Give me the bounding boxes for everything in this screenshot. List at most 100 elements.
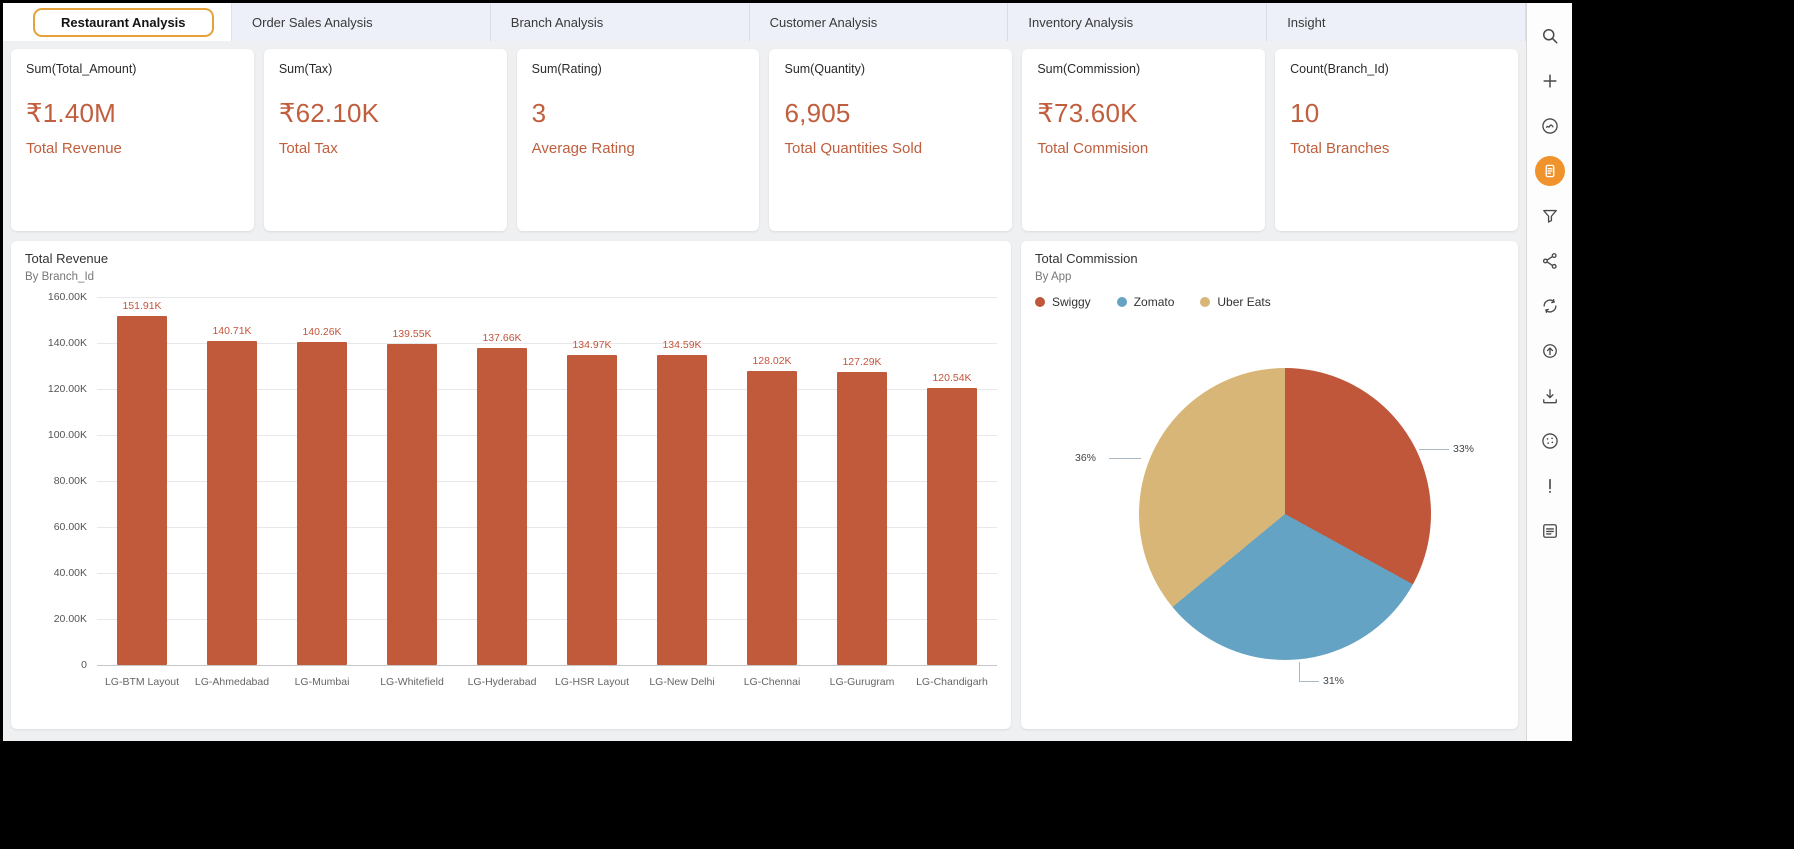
bar-value-label: 120.54K <box>932 372 971 384</box>
app-window: Restaurant Analysis Order Sales Analysis… <box>3 3 1572 741</box>
bar[interactable] <box>297 342 347 665</box>
charts-row: Total Revenue By Branch_Id 160.00K 140.0… <box>11 241 1518 729</box>
tab-order-sales-analysis[interactable]: Order Sales Analysis <box>232 3 491 41</box>
pie-area: 33% 36% 31% <box>1035 311 1504 707</box>
pie-legend: Swiggy Zomato Uber Eats <box>1035 295 1504 309</box>
bar-group: 140.26K <box>277 297 367 665</box>
bar[interactable] <box>477 348 527 665</box>
kpi-metric: Sum(Commission) <box>1037 62 1250 76</box>
bar-group: 128.02K <box>727 297 817 665</box>
legend-label: Swiggy <box>1052 295 1091 309</box>
y-axis: 160.00K 140.00K 120.00K 100.00K 80.00K 6… <box>25 291 97 671</box>
x-tick: LG-Chandigarh <box>907 676 997 688</box>
y-tick: 20.00K <box>25 613 87 625</box>
comments-icon[interactable] <box>1537 518 1563 544</box>
chart-subtitle: By Branch_Id <box>25 271 997 283</box>
bar[interactable] <box>747 371 797 665</box>
bar-value-label: 140.26K <box>302 326 341 338</box>
bar[interactable] <box>567 355 617 665</box>
bar[interactable] <box>117 316 167 665</box>
y-tick: 60.00K <box>25 521 87 533</box>
bar[interactable] <box>837 372 887 665</box>
bar-value-label: 134.59K <box>662 339 701 351</box>
x-tick: LG-HSR Layout <box>547 676 637 688</box>
legend-item-zomato[interactable]: Zomato <box>1117 295 1175 309</box>
bar-group: 120.54K <box>907 297 997 665</box>
tab-branch-analysis[interactable]: Branch Analysis <box>491 3 750 41</box>
legend-label: Zomato <box>1134 295 1175 309</box>
bar-group: 137.66K <box>457 297 547 665</box>
y-tick: 140.00K <box>25 337 87 349</box>
filter-icon[interactable] <box>1537 203 1563 229</box>
legend-label: Uber Eats <box>1217 295 1270 309</box>
total-revenue-bar-chart-card: Total Revenue By Branch_Id 160.00K 140.0… <box>11 241 1011 729</box>
tab-label: Inventory Analysis <box>1028 15 1133 30</box>
leader-line <box>1299 662 1300 681</box>
kpi-value: 10 <box>1290 98 1503 129</box>
chart-title: Total Commission <box>1035 251 1504 266</box>
chart-subtitle: By App <box>1035 271 1504 283</box>
bar[interactable] <box>657 355 707 665</box>
download-icon[interactable] <box>1537 383 1563 409</box>
bar-value-label: 128.02K <box>752 355 791 367</box>
kpi-label: Total Commision <box>1037 140 1250 157</box>
ai-assistant-icon[interactable] <box>1537 113 1563 139</box>
kpi-metric: Sum(Total_Amount) <box>26 62 239 76</box>
leader-line <box>1299 681 1319 682</box>
bar-value-label: 139.55K <box>392 328 431 340</box>
tab-customer-analysis[interactable]: Customer Analysis <box>750 3 1009 41</box>
bar-value-label: 134.97K <box>572 339 611 351</box>
y-tick: 0 <box>25 659 87 671</box>
legend-item-uber-eats[interactable]: Uber Eats <box>1200 295 1270 309</box>
kpi-value: ₹1.40M <box>26 98 239 129</box>
y-tick: 80.00K <box>25 475 87 487</box>
bar-group: 134.59K <box>637 297 727 665</box>
bar[interactable] <box>207 341 257 665</box>
bar-value-label: 127.29K <box>842 356 881 368</box>
kpi-card-total-tax: Sum(Tax) ₹62.10K Total Tax <box>264 49 507 231</box>
bar[interactable] <box>387 344 437 665</box>
reports-icon[interactable] <box>1535 156 1565 186</box>
kpi-row: Sum(Total_Amount) ₹1.40M Total Revenue S… <box>3 41 1526 231</box>
tab-label: Customer Analysis <box>770 15 878 30</box>
pie-chart[interactable] <box>1139 368 1431 660</box>
bar-plot: 151.91K 140.71K 140.26K <box>97 297 997 666</box>
x-tick: LG-Hyderabad <box>457 676 547 688</box>
y-tick: 40.00K <box>25 567 87 579</box>
tab-restaurant-analysis[interactable]: Restaurant Analysis <box>3 3 232 41</box>
kpi-metric: Sum(Tax) <box>279 62 492 76</box>
pie-slice-label-uber-eats: 36% <box>1075 452 1096 464</box>
kpi-label: Total Quantities Sold <box>784 140 997 157</box>
search-icon[interactable] <box>1537 23 1563 49</box>
kpi-value: 6,905 <box>784 98 997 129</box>
kpi-card-total-commission: Sum(Commission) ₹73.60K Total Commision <box>1022 49 1265 231</box>
share-icon[interactable] <box>1537 248 1563 274</box>
chart-title: Total Revenue <box>25 251 997 266</box>
kpi-label: Total Branches <box>1290 140 1503 157</box>
kpi-value: ₹62.10K <box>279 98 492 129</box>
publish-icon[interactable] <box>1537 338 1563 364</box>
tab-label: Insight <box>1287 15 1325 30</box>
kpi-label: Total Tax <box>279 140 492 157</box>
kpi-card-total-quantities: Sum(Quantity) 6,905 Total Quantities Sol… <box>769 49 1012 231</box>
alerts-icon[interactable] <box>1537 473 1563 499</box>
x-tick: LG-Gurugram <box>817 676 907 688</box>
dashboard-main: Restaurant Analysis Order Sales Analysis… <box>3 3 1526 741</box>
bar-value-label: 137.66K <box>482 332 521 344</box>
bar-value-label: 151.91K <box>122 300 161 312</box>
bar-group: 134.97K <box>547 297 637 665</box>
kpi-card-total-branches: Count(Branch_Id) 10 Total Branches <box>1275 49 1518 231</box>
bar[interactable] <box>927 388 977 665</box>
x-tick: LG-Chennai <box>727 676 817 688</box>
refresh-icon[interactable] <box>1537 293 1563 319</box>
themes-icon[interactable] <box>1537 428 1563 454</box>
add-icon[interactable] <box>1537 68 1563 94</box>
bar-group: 139.55K <box>367 297 457 665</box>
kpi-value: ₹73.60K <box>1037 98 1250 129</box>
tab-inventory-analysis[interactable]: Inventory Analysis <box>1008 3 1267 41</box>
kpi-card-average-rating: Sum(Rating) 3 Average Rating <box>517 49 760 231</box>
pie-slice-label-zomato: 31% <box>1323 675 1344 687</box>
legend-item-swiggy[interactable]: Swiggy <box>1035 295 1091 309</box>
leader-line <box>1109 458 1141 459</box>
tab-insight[interactable]: Insight <box>1267 3 1526 41</box>
